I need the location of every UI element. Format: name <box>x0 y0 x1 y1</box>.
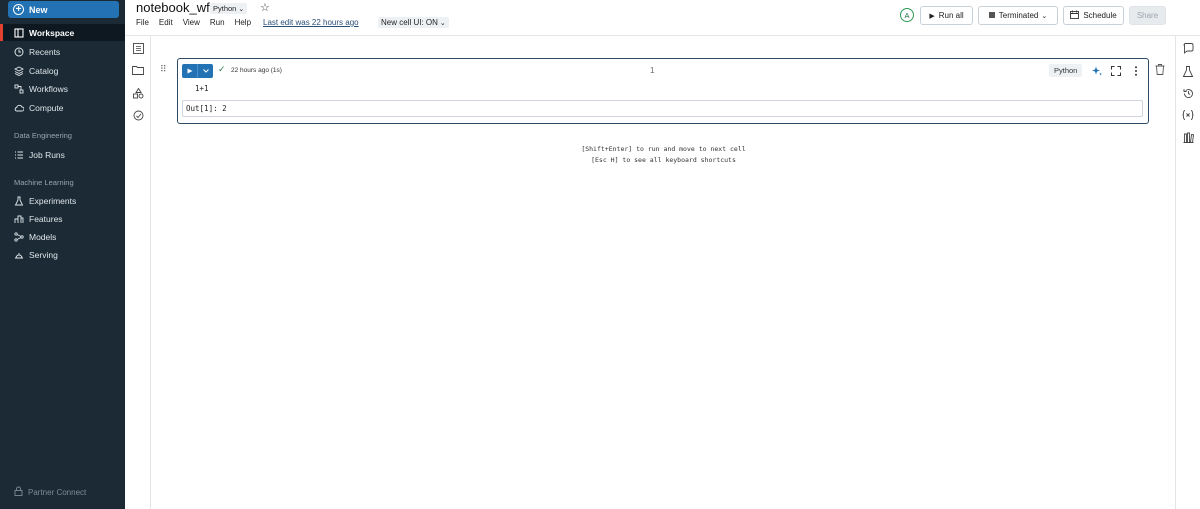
library-icon[interactable] <box>1182 131 1194 143</box>
expand-icon[interactable] <box>1110 65 1121 76</box>
last-edit-link[interactable]: Last edit was 22 hours ago <box>263 18 359 27</box>
menu-edit[interactable]: Edit <box>159 18 173 27</box>
sidebar-item-label: Job Runs <box>29 149 65 160</box>
new-button-label: New <box>29 4 48 15</box>
shortcut-hint-run: [Shift+Enter] to run and move to next ce… <box>581 145 746 153</box>
new-cell-ui-label: New cell UI: ON <box>381 18 438 27</box>
partner-connect-label: Partner Connect <box>28 487 87 497</box>
more-options-icon[interactable] <box>1130 65 1141 76</box>
chevron-down-icon: ⌄ <box>1041 12 1048 20</box>
avatar[interactable]: A <box>900 8 914 22</box>
menu-view[interactable]: View <box>183 18 200 27</box>
sidebar-item-workspace[interactable]: Workspace <box>0 24 125 41</box>
cluster-dropdown[interactable]: Terminated ⌄ <box>978 6 1058 25</box>
list-icon <box>14 150 24 160</box>
section-heading-machine-learning: Machine Learning <box>14 178 74 187</box>
trash-icon[interactable] <box>1155 64 1166 76</box>
notebook-cell[interactable]: ✓ 22 hours ago (1s) 1 Python 1+1 Out[1]:… <box>177 58 1149 124</box>
sidebar-item-label: Models <box>29 231 57 242</box>
drag-handle-icon[interactable]: ⠿ <box>160 64 167 75</box>
sidebar-item-label: Recents <box>29 46 61 57</box>
variables-icon[interactable] <box>1182 109 1194 121</box>
clock-icon <box>14 47 24 57</box>
table-of-contents-icon[interactable] <box>132 42 144 54</box>
cell-output: Out[1]: 2 <box>182 100 1143 117</box>
sidebar-item-workflows[interactable]: Workflows <box>0 80 125 97</box>
cell-code[interactable]: 1+1 <box>195 84 209 93</box>
serving-icon <box>14 250 24 260</box>
chevron-down-icon: ⌄ <box>238 5 245 13</box>
cell-number: 1 <box>650 66 655 75</box>
schedule-button[interactable]: Schedule <box>1063 6 1124 25</box>
notebook-left-toolbar <box>125 36 151 509</box>
calendar-icon <box>1070 10 1080 21</box>
menu-run[interactable]: Run <box>210 18 225 27</box>
shortcut-hint-shortcuts: [Esc H] to see all keyboard shortcuts <box>591 156 736 164</box>
folder-icon[interactable] <box>132 64 144 76</box>
stop-icon <box>988 11 995 20</box>
menu-bar: File Edit View Run Help <box>136 18 261 27</box>
sidebar-item-catalog[interactable]: Catalog <box>0 62 125 79</box>
shapes-icon[interactable] <box>132 87 144 99</box>
sidebar-item-experiments[interactable]: Experiments <box>0 192 125 209</box>
comment-icon[interactable] <box>1182 42 1194 54</box>
new-button[interactable]: + New <box>8 1 119 18</box>
schedule-label: Schedule <box>1083 11 1117 20</box>
menu-file[interactable]: File <box>136 18 149 27</box>
sidebar-item-label: Workspace <box>29 27 75 38</box>
run-all-label: Run all <box>938 11 964 20</box>
cell-language-badge[interactable]: Python <box>1049 64 1083 77</box>
history-icon[interactable] <box>1182 87 1194 99</box>
sidebar-item-label: Compute <box>29 102 64 113</box>
catalog-icon <box>14 65 24 76</box>
lock-icon <box>14 486 23 498</box>
play-icon[interactable] <box>182 64 198 78</box>
cluster-status-label: Terminated <box>998 11 1039 20</box>
run-all-button[interactable]: ▶ Run all <box>920 6 973 25</box>
chevron-down-icon: ⌄ <box>439 19 446 27</box>
menu-help[interactable]: Help <box>235 18 251 27</box>
workspace-icon <box>14 27 24 38</box>
sidebar: + New Workspace Recents Catalog Workflow… <box>0 0 125 509</box>
sidebar-item-label: Workflows <box>29 83 69 94</box>
sidebar-item-label: Features <box>29 213 63 224</box>
language-dropdown[interactable]: Python ⌄ <box>210 3 248 14</box>
sidebar-item-compute[interactable]: Compute <box>0 99 125 116</box>
sidebar-item-features[interactable]: Features <box>0 210 125 227</box>
sidebar-item-label: Serving <box>29 249 58 260</box>
notebook-title[interactable]: notebook_wf <box>136 0 210 15</box>
partner-connect-link[interactable]: Partner Connect <box>14 486 86 498</box>
run-cell-button[interactable] <box>182 64 213 78</box>
sidebar-item-recents[interactable]: Recents <box>0 43 125 60</box>
language-label: Python <box>213 4 237 13</box>
sparkle-icon[interactable] <box>1091 65 1102 76</box>
star-icon[interactable]: ☆ <box>260 1 270 14</box>
play-icon: ▶ <box>929 12 935 20</box>
notebook-right-toolbar <box>1175 36 1200 509</box>
features-icon <box>14 214 24 224</box>
chevron-down-icon[interactable] <box>198 64 213 78</box>
new-cell-ui-toggle[interactable]: New cell UI: ON ⌄ <box>378 17 449 28</box>
assistant-icon[interactable] <box>132 109 144 121</box>
workflow-icon <box>14 84 24 94</box>
sidebar-item-models[interactable]: Models <box>0 228 125 245</box>
cloud-icon <box>14 103 24 113</box>
sidebar-item-job-runs[interactable]: Job Runs <box>0 146 125 163</box>
flask-icon <box>14 196 24 206</box>
plus-icon: + <box>13 4 24 15</box>
experiment-icon[interactable] <box>1182 65 1194 77</box>
sidebar-item-serving[interactable]: Serving <box>0 246 125 263</box>
cell-run-time: 22 hours ago (1s) <box>231 67 282 74</box>
header-divider <box>125 35 1200 36</box>
section-heading-data-engineering: Data Engineering <box>14 131 72 140</box>
share-button[interactable]: Share <box>1129 6 1166 25</box>
models-icon <box>14 231 24 242</box>
check-icon: ✓ <box>218 64 226 74</box>
sidebar-item-label: Catalog <box>29 65 59 76</box>
sidebar-item-label: Experiments <box>29 195 77 206</box>
